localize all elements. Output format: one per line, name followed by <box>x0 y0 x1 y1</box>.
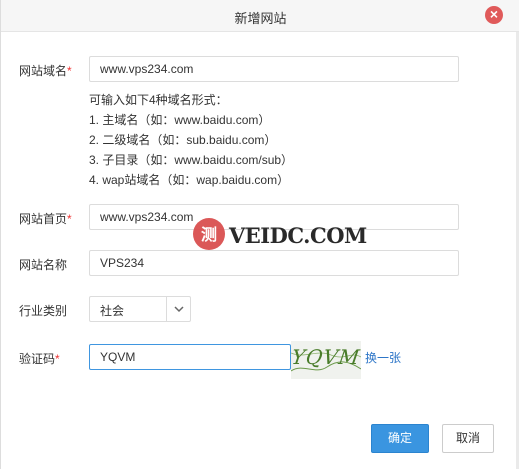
dialog-titlebar: 新增网站 × <box>1 0 519 32</box>
watermark-circle-icon: 测 <box>193 218 225 250</box>
domain-input[interactable] <box>89 56 459 82</box>
domain-hint-item: 1. 主域名（如：www.baidu.com） <box>89 113 271 127</box>
domain-hint-item: 2. 二级域名（如：sub.baidu.com） <box>89 133 277 147</box>
watermark-text: VEIDC.COM <box>229 223 367 248</box>
captcha-label: 验证码* <box>19 350 60 367</box>
captcha-input[interactable] <box>89 344 291 370</box>
watermark-logo: 测 VEIDC.COM <box>193 218 367 252</box>
chevron-down-icon <box>174 306 184 313</box>
domain-hints: 可输入如下4种域名形式： 1. 主域名（如：www.baidu.com） 2. … <box>89 90 293 190</box>
homepage-label-text: 网站首页 <box>19 212 68 226</box>
industry-select[interactable]: 社会 <box>89 296 191 322</box>
domain-hint-item: 4. wap站域名（如：wap.baidu.com） <box>89 173 290 187</box>
site-name-input[interactable] <box>89 250 459 276</box>
captcha-text: YQVM <box>290 345 362 369</box>
homepage-label: 网站首页* <box>19 210 72 227</box>
captcha-image[interactable]: YQVM <box>290 341 362 379</box>
homepage-required-mark: * <box>67 212 72 226</box>
dialog-title: 新增网站 <box>234 11 287 26</box>
refresh-captcha-link[interactable]: 换一张 <box>365 349 401 366</box>
captcha-label-text: 验证码 <box>19 352 56 366</box>
industry-dropdown-toggle[interactable] <box>166 297 190 321</box>
domain-label-text: 网站域名 <box>19 64 68 78</box>
domain-required-mark: * <box>67 64 72 78</box>
industry-selected-value: 社会 <box>100 304 125 318</box>
captcha-required-mark: * <box>55 352 60 366</box>
confirm-button[interactable]: 确定 <box>371 424 429 453</box>
site-name-label: 网站名称 <box>19 258 68 272</box>
industry-label: 行业类别 <box>19 304 68 318</box>
add-website-dialog: 新增网站 × 网站域名* 可输入如下4种域名形式： 1. 主域名（如：www.b… <box>0 0 519 469</box>
domain-hint-item: 3. 子目录（如：www.baidu.com/sub） <box>89 153 294 167</box>
close-button[interactable]: × <box>485 6 503 24</box>
cancel-button[interactable]: 取消 <box>442 424 494 453</box>
domain-hint-intro: 可输入如下4种域名形式： <box>89 93 228 107</box>
svg-text:测: 测 <box>201 225 217 244</box>
domain-label: 网站域名* <box>19 62 72 79</box>
